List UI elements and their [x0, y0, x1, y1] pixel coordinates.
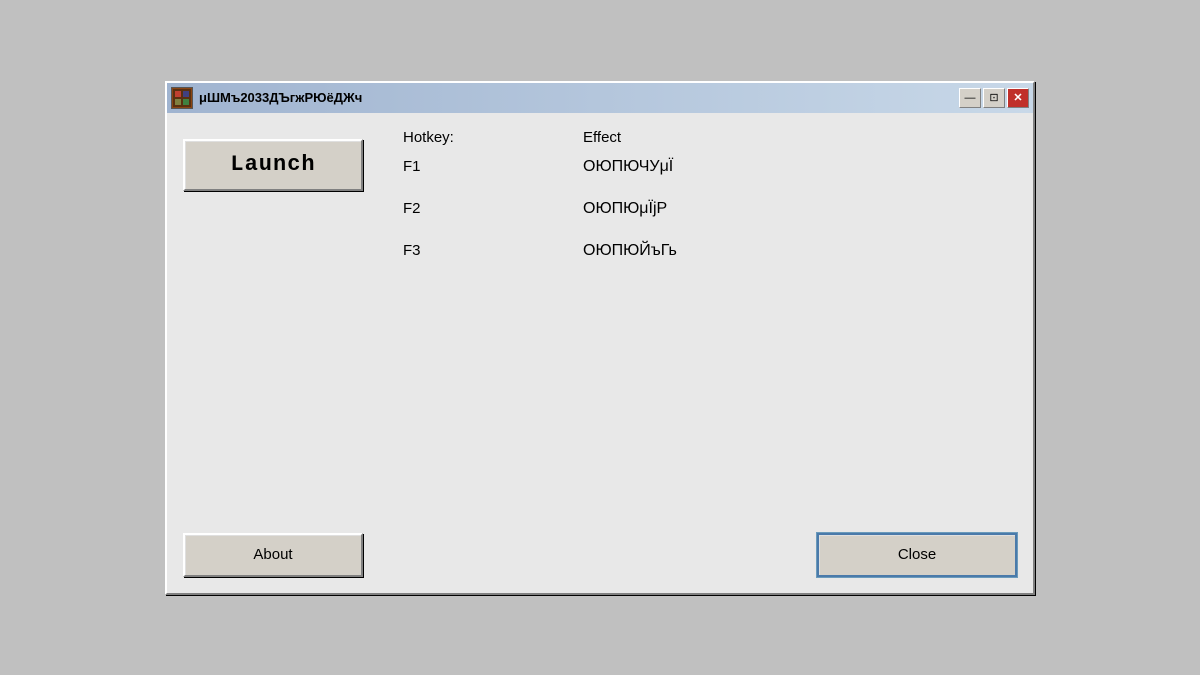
- table-header: Hotkey: Effect: [403, 129, 1017, 146]
- app-icon: [171, 87, 193, 109]
- close-button[interactable]: Close: [817, 533, 1017, 577]
- window-title: μШМъ2033ДЪгжРЮёДЖч: [199, 90, 959, 105]
- table-row: F3 ОЮПЮЙъГь: [403, 242, 1017, 260]
- minimize-button[interactable]: —: [959, 88, 981, 108]
- window-body: Launch Hotkey: Effect F1 ОЮПЮЧУμЇ: [167, 113, 1033, 593]
- header-effect: Effect: [583, 129, 1017, 146]
- hotkey-f2: F2: [403, 200, 583, 217]
- top-section: Launch Hotkey: Effect F1 ОЮПЮЧУμЇ: [183, 129, 1017, 503]
- effect-f1: ОЮПЮЧУμЇ: [583, 158, 1017, 176]
- about-button[interactable]: About: [183, 533, 363, 577]
- title-bar: μШМъ2033ДЪгжРЮёДЖч — ⊡ ✕: [167, 83, 1033, 113]
- restore-button[interactable]: ⊡: [983, 88, 1005, 108]
- hotkey-f3: F3: [403, 242, 583, 259]
- window-controls: — ⊡ ✕: [959, 88, 1029, 108]
- bottom-section: About Close: [183, 523, 1017, 577]
- effect-f2: ОЮПЮμЇjР: [583, 200, 1017, 218]
- header-hotkey: Hotkey:: [403, 129, 583, 146]
- window-close-button[interactable]: ✕: [1007, 88, 1029, 108]
- hotkey-panel: Hotkey: Effect F1 ОЮПЮЧУμЇ F2 ОЮПЮμЇjР: [383, 129, 1017, 284]
- left-panel: Launch: [183, 129, 383, 191]
- table-row: F2 ОЮПЮμЇjР: [403, 200, 1017, 218]
- table-row: F1 ОЮПЮЧУμЇ: [403, 158, 1017, 176]
- hotkey-f1: F1: [403, 158, 583, 175]
- effect-f3: ОЮПЮЙъГь: [583, 242, 1017, 260]
- hotkey-table: Hotkey: Effect F1 ОЮПЮЧУμЇ F2 ОЮПЮμЇjР: [403, 129, 1017, 260]
- launch-button[interactable]: Launch: [183, 139, 363, 191]
- main-window: μШМъ2033ДЪгжРЮёДЖч — ⊡ ✕ Launch Hotkey: …: [165, 81, 1035, 595]
